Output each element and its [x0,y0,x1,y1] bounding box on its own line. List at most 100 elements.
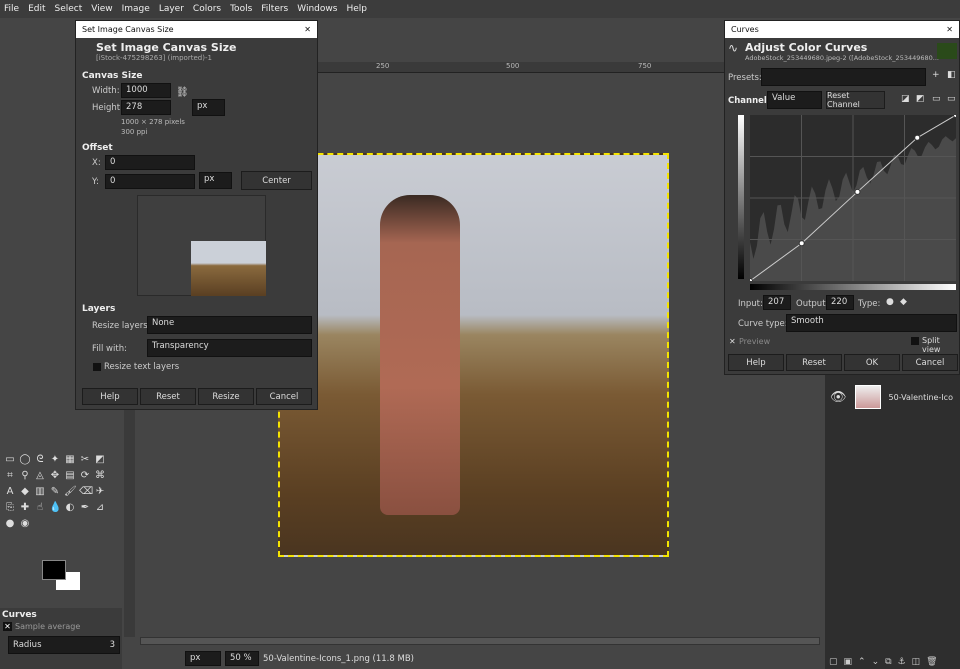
horizontal-scrollbar[interactable] [140,637,820,645]
output-field[interactable]: 220 [826,295,854,310]
blur-icon[interactable]: 💧 [49,502,61,514]
resize-layers-select[interactable]: None [147,316,312,334]
crop-icon[interactable]: ⌗ [4,470,16,482]
corner-point-icon[interactable]: ◆ [900,297,907,307]
cancel-button[interactable]: Cancel [256,388,312,405]
mask-icon[interactable]: ◫ [912,657,921,667]
curve-mode-icon[interactable]: ▭ [932,94,941,104]
curve-graph[interactable] [750,115,956,281]
radius-field[interactable]: Radius 3 [8,636,120,654]
y-offset-input[interactable]: 0 [105,174,195,189]
input-field[interactable]: 207 [763,295,791,310]
move-icon[interactable]: ✥ [49,470,61,482]
menu-windows[interactable]: Windows [297,4,337,14]
image-canvas[interactable] [278,153,669,557]
gradient-icon[interactable]: ▥ [34,486,46,498]
delete-icon[interactable]: 🗑 [926,657,937,667]
eye-icon[interactable]: 👁 [830,390,847,405]
resize-button[interactable]: Resize [198,388,254,405]
foreground-select-icon[interactable]: ◩ [94,454,106,466]
menu-colors[interactable]: Colors [193,4,221,14]
menu-select[interactable]: Select [55,4,83,14]
lower-icon[interactable]: ⌄ [872,657,880,667]
measure-icon[interactable]: ◬ [34,470,46,482]
curve-point[interactable] [798,240,805,247]
menu-image[interactable]: Image [122,4,150,14]
color-select-icon[interactable]: ▦ [64,454,76,466]
align-icon[interactable]: ▤ [64,470,76,482]
layer-row[interactable]: 👁 50-Valentine-Ico [825,383,960,411]
scissors-icon[interactable]: ✂ [79,454,91,466]
resize-text-layers-checkbox[interactable] [93,363,101,371]
reset-button[interactable]: Reset [140,388,196,405]
text-icon[interactable]: A [4,486,16,498]
fill-with-select[interactable]: Transparency [147,339,312,357]
height-input[interactable]: 278 [121,100,171,115]
presets-select[interactable] [761,68,926,86]
menu-file[interactable]: File [4,4,19,14]
split-view-checkbox[interactable] [911,337,919,345]
new-layer-icon[interactable]: ▢ [829,657,838,667]
offset-unit-select[interactable]: px [199,172,232,189]
dodge-icon[interactable]: ◐ [64,502,76,514]
curve-point[interactable] [914,134,921,141]
unit-select[interactable]: px [185,651,221,666]
curve-point[interactable] [854,188,861,195]
foreground-color[interactable] [42,560,66,580]
menu-help[interactable]: Help [346,4,367,14]
ellipse-select-icon[interactable]: ◯ [19,454,31,466]
reset-channel-button[interactable]: Reset Channel [826,91,885,109]
raise-icon[interactable]: ⌃ [858,657,866,667]
heal-icon[interactable]: ✚ [19,502,31,514]
ink-icon[interactable]: ● [4,518,16,530]
clone-icon[interactable]: ⎘ [4,502,16,514]
airbrush-icon[interactable]: ✈ [94,486,106,498]
transform-icon[interactable]: ⟳ [79,470,91,482]
menu-filters[interactable]: Filters [261,4,288,14]
help-button[interactable]: Help [728,354,784,371]
eraser-icon[interactable]: ⌫ [79,486,93,498]
reset-button[interactable]: Reset [786,354,842,371]
curve-type-select[interactable]: Smooth [786,314,957,332]
ok-button[interactable]: OK [844,354,900,371]
rect-select-icon[interactable]: ▭ [4,454,16,466]
linear-histogram-icon[interactable]: ◪ [901,94,910,104]
free-mode-icon[interactable]: ▭ [947,94,956,104]
pencil-icon[interactable]: ✎ [49,486,61,498]
fuzzy-select-icon[interactable]: ✦ [49,454,61,466]
new-group-icon[interactable]: ▣ [844,657,853,667]
width-input[interactable]: 1000 [121,83,171,98]
picker-icon[interactable]: ⊿ [94,502,106,514]
anchor-icon[interactable]: ⚓ [898,657,906,667]
menu-view[interactable]: View [91,4,112,14]
layer-thumbnail [854,385,881,409]
zoom-icon[interactable]: ⚲ [19,470,31,482]
brush-icon[interactable]: 🖌 [64,486,77,498]
cancel-button[interactable]: Cancel [902,354,958,371]
zoom-select[interactable]: 50 % [225,651,259,666]
menu-edit[interactable]: Edit [28,4,45,14]
close-icon[interactable]: ✕ [946,25,953,34]
center-button[interactable]: Center [241,171,312,190]
close-icon[interactable]: ✕ [304,25,311,34]
log-histogram-icon[interactable]: ◩ [916,94,925,104]
warp-icon[interactable]: ⌘ [94,470,106,482]
smudge-icon[interactable]: ☝ [34,502,46,514]
chain-link-icon[interactable]: ⛓ [176,87,189,98]
sample-average-checkbox[interactable]: ✕ [3,622,12,631]
preset-menu-icon[interactable]: ◧ [947,70,956,80]
add-preset-icon[interactable]: + [932,70,940,80]
help-button[interactable]: Help [82,388,138,405]
x-offset-input[interactable]: 0 [105,155,195,170]
mypaint-icon[interactable]: ◉ [19,518,31,530]
lasso-icon[interactable]: ᘓ [34,454,46,466]
bucket-icon[interactable]: ◆ [19,486,31,498]
preview-checkbox[interactable]: ✕ [729,337,736,346]
duplicate-icon[interactable]: ⧉ [885,657,891,667]
menu-layer[interactable]: Layer [159,4,184,14]
smooth-point-icon[interactable]: ● [886,297,894,307]
channel-select[interactable]: Value [767,91,822,109]
unit-select[interactable]: px [192,99,225,116]
menu-tools[interactable]: Tools [230,4,252,14]
path-icon[interactable]: ✒ [79,502,91,514]
